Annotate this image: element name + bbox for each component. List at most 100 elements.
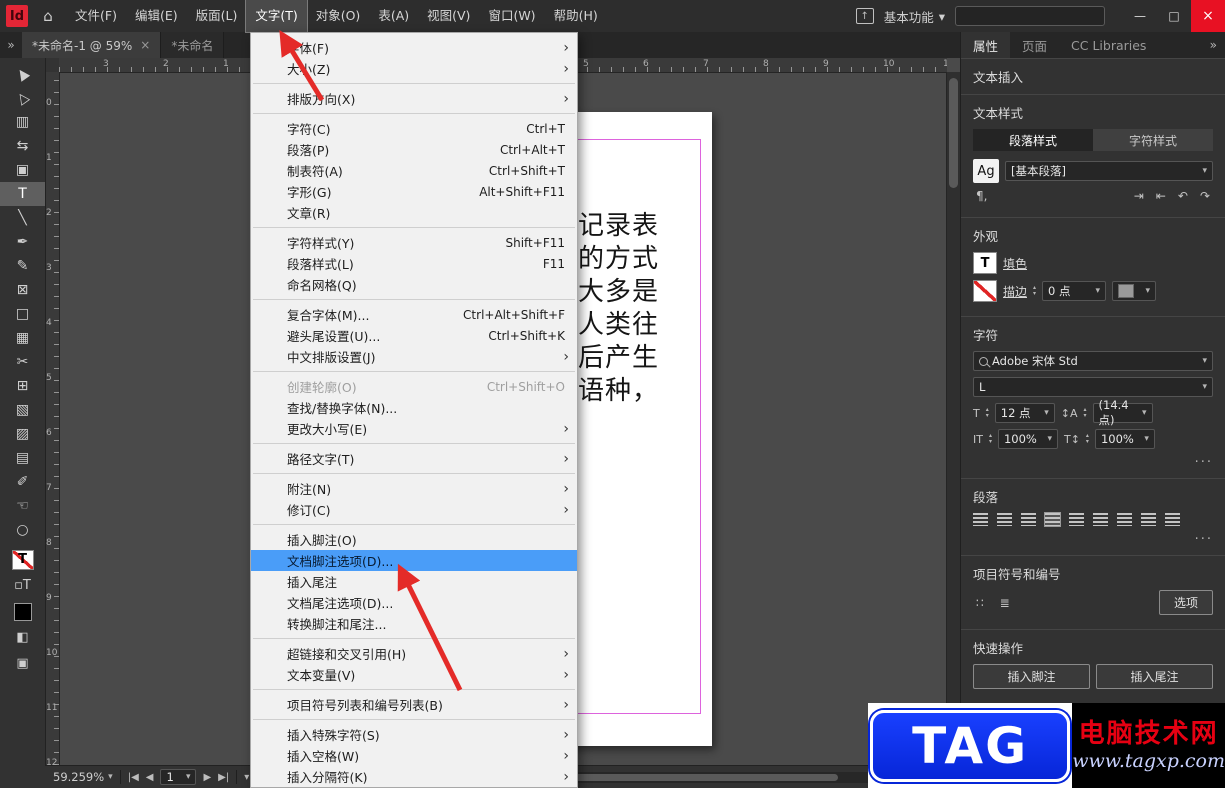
type-tool[interactable]: T <box>0 182 45 206</box>
type-menu-item-9[interactable]: 文章(R) <box>251 202 577 223</box>
type-menu-item-6[interactable]: 段落(P) Ctrl+Alt+T <box>251 139 577 160</box>
workspace-switcher[interactable]: 基本功能 ▾ <box>884 7 945 26</box>
rectangle-tool[interactable]: □ <box>0 302 45 326</box>
type-menu-item-35[interactable]: 文本变量(V) › <box>251 664 577 685</box>
type-menu-item-7[interactable]: 制表符(A) Ctrl+Shift+T <box>251 160 577 181</box>
stepper-icon[interactable] <box>1086 433 1089 445</box>
fill-color-swatch[interactable] <box>13 603 32 621</box>
tab-properties[interactable]: 属性 <box>961 32 1011 58</box>
pencil-tool[interactable]: ✎ <box>0 254 45 278</box>
document-tab-1[interactable]: *未命名 <box>161 32 225 58</box>
align-center-icon[interactable] <box>997 513 1012 526</box>
justify-right-icon[interactable] <box>1093 513 1108 526</box>
screen-mode-button[interactable]: ▣ <box>0 651 45 677</box>
insert-endnote-button[interactable]: 插入尾注 <box>1096 664 1213 689</box>
pen-tool[interactable]: ✒ <box>0 230 45 254</box>
vertical-scrollbar[interactable] <box>946 72 960 765</box>
type-menu-item-41[interactable]: 插入分隔符(K) › <box>251 766 577 787</box>
align-away-spine-icon[interactable] <box>1165 513 1180 526</box>
menubar-item-4[interactable]: 对象(O) <box>307 0 370 32</box>
justify-left-icon[interactable] <box>1044 512 1061 527</box>
paragraph-style-select[interactable]: [基本段落] <box>1005 161 1213 181</box>
vertical-scale-select[interactable]: 100% <box>997 429 1058 449</box>
stroke-weight-select[interactable]: 0 点 <box>1042 281 1107 301</box>
search-input[interactable] <box>955 6 1105 26</box>
clear-override-icon[interactable]: ⇤ <box>1153 189 1169 203</box>
leading-select[interactable]: (14.4 点) <box>1092 398 1153 427</box>
bullet-options-button[interactable]: 选项 <box>1158 590 1213 615</box>
type-menu-item-5[interactable]: 字符(C) Ctrl+T <box>251 118 577 139</box>
type-menu-item-12[interactable]: 段落样式(L) F11 <box>251 253 577 274</box>
font-style-select[interactable]: L <box>973 377 1213 397</box>
panel-chevrons-icon[interactable]: » <box>0 32 22 58</box>
type-menu-item-19[interactable]: 创建轮廓(O) Ctrl+Shift+O <box>251 376 577 397</box>
first-page-button[interactable]: |◀ <box>128 772 139 783</box>
preflight-menu-icon[interactable]: ▾ <box>244 772 249 783</box>
menubar-item-6[interactable]: 视图(V) <box>418 0 479 32</box>
font-family-select[interactable]: Adobe 宋体 Std <box>973 351 1213 371</box>
tab-character-styles[interactable]: 字符样式 <box>1093 129 1213 151</box>
menubar-item-7[interactable]: 窗口(W) <box>479 0 544 32</box>
type-menu-item-31[interactable]: 文档尾注选项(D)... <box>251 592 577 613</box>
menubar-item-5[interactable]: 表(A) <box>369 0 418 32</box>
home-icon[interactable]: ⌂ <box>36 7 60 25</box>
more-options-button[interactable]: ··· <box>973 455 1213 470</box>
previous-page-button[interactable]: ◀ <box>146 772 154 783</box>
justify-all-icon[interactable] <box>1117 513 1132 526</box>
type-menu-item-21[interactable]: 更改大小写(E) › <box>251 418 577 439</box>
menubar-item-3[interactable]: 文字(T) <box>245 0 308 33</box>
tab-pages[interactable]: 页面 <box>1010 32 1059 58</box>
stepper-icon[interactable] <box>1084 407 1087 419</box>
type-menu-item-28[interactable]: 插入脚注(O) <box>251 529 577 550</box>
type-menu-item-37[interactable]: 项目符号列表和编号列表(B) › <box>251 694 577 715</box>
menubar-item-0[interactable]: 文件(F) <box>66 0 126 32</box>
insert-footnote-button[interactable]: 插入脚注 <box>973 664 1090 689</box>
tab-cc-libraries[interactable]: CC Libraries <box>1059 32 1158 58</box>
type-menu-item-0[interactable]: 字体(F) › <box>251 37 577 58</box>
vertical-ruler[interactable]: 0 1 2 3 4 5 6 7 8 9 10 11 12 <box>45 72 60 765</box>
note-tool[interactable]: ▤ <box>0 446 45 470</box>
eyedropper-tool[interactable]: ✐ <box>0 470 45 494</box>
tab-paragraph-styles[interactable]: 段落样式 <box>973 129 1093 151</box>
vertical-scrollbar-thumb[interactable] <box>949 78 958 188</box>
type-menu-item-39[interactable]: 插入特殊字符(S) › <box>251 724 577 745</box>
hand-tool[interactable]: ☜ <box>0 494 45 518</box>
line-tool[interactable]: ╲ <box>0 206 45 230</box>
menubar-item-2[interactable]: 版面(L) <box>187 0 247 32</box>
stroke-color-select[interactable] <box>1112 281 1157 301</box>
font-size-select[interactable]: 12 点 <box>994 403 1055 423</box>
type-menu-item-29[interactable]: 文档脚注选项(D)... <box>251 550 577 571</box>
align-left-icon[interactable] <box>973 513 988 526</box>
content-collector-tool[interactable]: ▣ <box>0 158 45 182</box>
type-menu-item-40[interactable]: 插入空格(W) › <box>251 745 577 766</box>
type-menu-item-3[interactable]: 排版方向(X) › <box>251 88 577 109</box>
minimize-button[interactable]: — <box>1123 0 1157 32</box>
fill-stroke-proxy[interactable]: T <box>11 550 34 570</box>
stroke-label[interactable]: 描边 <box>1003 283 1027 300</box>
more-options-button[interactable]: ··· <box>973 532 1213 547</box>
type-menu-item-32[interactable]: 转换脚注和尾注... <box>251 613 577 634</box>
type-menu-item-20[interactable]: 查找/替换字体(N)... <box>251 397 577 418</box>
rectangle-frame-tool[interactable]: ⊠ <box>0 278 45 302</box>
apply-gradient[interactable]: ◧ <box>0 625 45 651</box>
fill-label[interactable]: 填色 <box>1003 255 1027 272</box>
type-menu-item-1[interactable]: 大小(Z) › <box>251 58 577 79</box>
collapse-panel-icon[interactable]: » <box>1202 32 1225 58</box>
align-toward-spine-icon[interactable] <box>1141 513 1156 526</box>
menubar-item-8[interactable]: 帮助(H) <box>545 0 607 32</box>
type-menu-item-15[interactable]: 复合字体(M)... Ctrl+Alt+Shift+F <box>251 304 577 325</box>
paragraph-mark-icon[interactable]: ¶, <box>973 189 990 203</box>
next-page-button[interactable]: ▶ <box>203 772 211 783</box>
stepper-icon[interactable] <box>1033 285 1036 297</box>
type-menu-item-11[interactable]: 字符样式(Y) Shift+F11 <box>251 232 577 253</box>
horizontal-scale-select[interactable]: 100% <box>1094 429 1155 449</box>
style-options-icon[interactable]: ↷ <box>1197 189 1213 203</box>
type-menu-item-25[interactable]: 附注(N) › <box>251 478 577 499</box>
style-override-icon[interactable]: ⇥ <box>1131 189 1147 203</box>
share-icon[interactable]: ↑ <box>855 8 874 24</box>
stroke-color-icon[interactable] <box>973 280 997 302</box>
free-transform-tool[interactable]: ⊞ <box>0 374 45 398</box>
justify-center-icon[interactable] <box>1069 513 1084 526</box>
scissors-tool[interactable]: ✂ <box>0 350 45 374</box>
type-menu-item-16[interactable]: 避头尾设置(U)... Ctrl+Shift+K <box>251 325 577 346</box>
